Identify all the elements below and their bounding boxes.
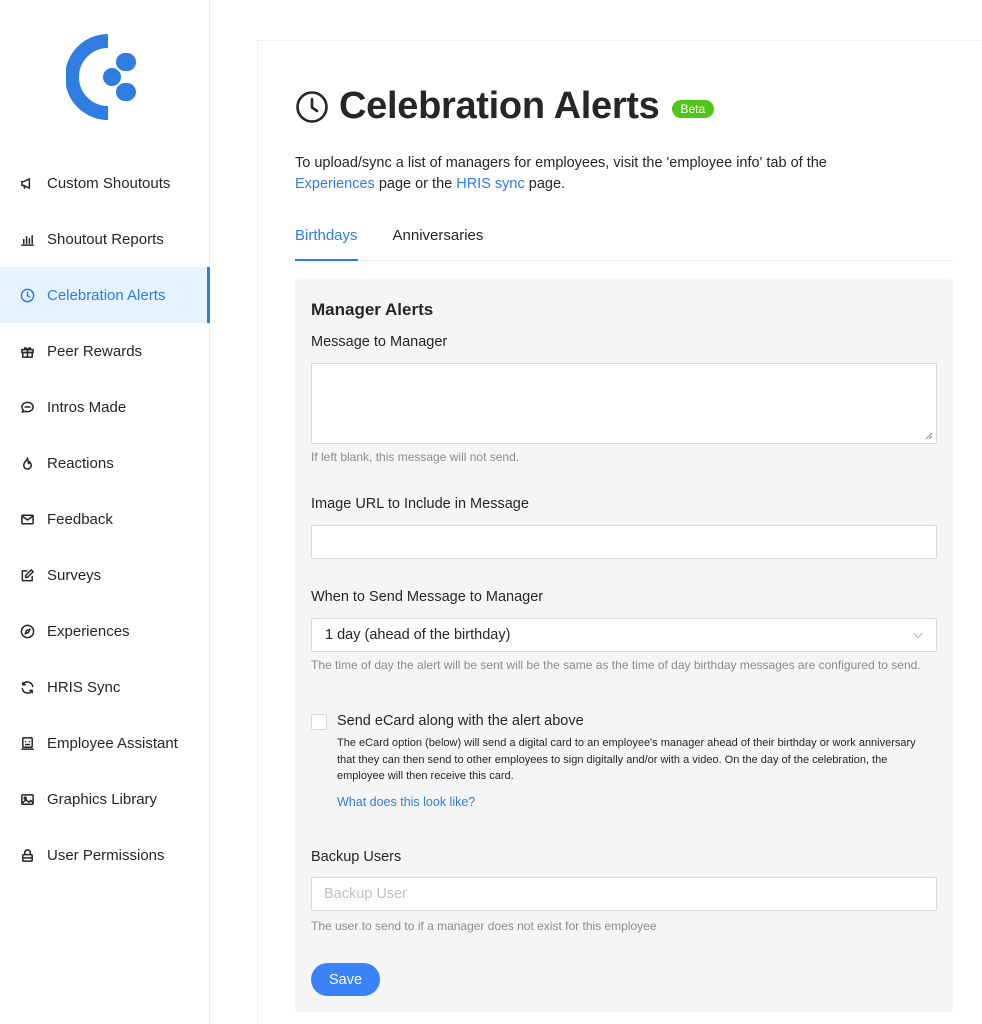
sidebar-item-label: User Permissions (47, 846, 165, 864)
edit-icon (19, 567, 35, 583)
message-help: If left blank, this message will not sen… (311, 450, 520, 464)
image-url-input[interactable] (311, 525, 937, 559)
sidebar-item-shoutout-reports[interactable]: Shoutout Reports (0, 211, 210, 267)
sidebar-item-graphics-library[interactable]: Graphics Library (0, 771, 210, 827)
section-title: Manager Alerts (311, 300, 434, 319)
tab-anniversaries[interactable]: Anniversaries (393, 227, 484, 260)
sidebar-item-reactions[interactable]: Reactions (0, 435, 210, 491)
when-select[interactable]: 1 day (ahead of the birthday) (311, 618, 937, 652)
sidebar-item-user-permissions[interactable]: User Permissions (0, 827, 210, 883)
experiences-link[interactable]: Experiences (295, 176, 375, 192)
message-label: Message to Manager (311, 334, 448, 350)
backup-help: The user to send to if a manager does no… (311, 919, 657, 933)
megaphone-icon (19, 175, 35, 191)
assistant-icon (19, 735, 35, 751)
sidebar-item-hris-sync[interactable]: HRIS Sync (0, 659, 210, 715)
sidebar-item-label: Peer Rewards (47, 342, 143, 360)
ecard-description: The eCard option (below) will send a dig… (337, 737, 916, 782)
sidebar-item-label: Experiences (47, 622, 130, 640)
mail-icon (19, 511, 35, 527)
sidebar-item-employee-assistant[interactable]: Employee Assistant (0, 715, 210, 771)
ecard-label[interactable]: Send eCard along with the alert above (337, 713, 584, 729)
gift-icon (19, 343, 35, 359)
sync-icon (19, 679, 35, 695)
sidebar-item-label: Feedback (47, 510, 113, 528)
bar-chart-icon (19, 231, 35, 247)
sidebar-item-experiences[interactable]: Experiences (0, 603, 210, 659)
sidebar-item-label: HRIS Sync (47, 678, 121, 696)
sidebar: Custom Shoutouts Shoutout Reports Celebr… (0, 0, 210, 1024)
when-help: The time of day the alert will be sent w… (311, 658, 921, 672)
intro-middle: page or the (378, 176, 453, 192)
lock-icon (19, 847, 35, 863)
hris-sync-link[interactable]: HRIS sync (456, 176, 525, 192)
beta-badge: Beta (671, 99, 715, 118)
compass-icon (19, 623, 35, 639)
image-icon (19, 791, 35, 807)
intro-text: To upload/sync a list of managers for em… (295, 153, 945, 195)
sidebar-item-surveys[interactable]: Surveys (0, 547, 210, 603)
sidebar-item-label: Shoutout Reports (47, 230, 164, 248)
message-textarea[interactable] (311, 363, 937, 444)
sidebar-item-custom-shoutouts[interactable]: Custom Shoutouts (0, 155, 210, 211)
sidebar-item-peer-rewards[interactable]: Peer Rewards (0, 323, 210, 379)
sidebar-item-label: Intros Made (47, 398, 127, 416)
tab-birthdays[interactable]: Birthdays (295, 227, 358, 261)
intro-suffix: page. (528, 176, 566, 192)
ecard-preview-link[interactable]: What does this look like? (337, 795, 475, 809)
sidebar-item-label: Celebration Alerts (47, 286, 166, 304)
tab-bar: Birthdays Anniversaries (295, 227, 953, 261)
manager-alerts-card: Manager Alerts Message to Manager If lef… (295, 279, 953, 1012)
sidebar-item-label: Reactions (47, 454, 114, 472)
when-label: When to Send Message to Manager (311, 589, 544, 605)
resize-handle-icon[interactable] (925, 432, 933, 440)
sidebar-item-label: Custom Shoutouts (47, 174, 171, 192)
chevron-down-icon (913, 632, 923, 639)
backup-user-input[interactable] (311, 877, 937, 911)
clock-icon (295, 90, 329, 124)
backup-users-label: Backup Users (311, 849, 402, 865)
sidebar-item-intros-made[interactable]: Intros Made (0, 379, 210, 435)
sidebar-item-celebration-alerts[interactable]: Celebration Alerts (0, 267, 210, 323)
save-button[interactable]: Save (311, 963, 380, 996)
sidebar-item-label: Employee Assistant (47, 734, 178, 752)
chat-icon (19, 399, 35, 415)
brand-logo-icon[interactable] (65, 33, 140, 121)
intro-prefix: To upload/sync a list of managers for em… (295, 155, 827, 171)
image-url-label: Image URL to Include in Message (311, 496, 529, 512)
ecard-checkbox[interactable] (311, 714, 327, 730)
sidebar-nav: Custom Shoutouts Shoutout Reports Celebr… (0, 155, 210, 883)
clock-icon (19, 287, 35, 303)
when-selected-value: 1 day (ahead of the birthday) (325, 627, 511, 643)
sidebar-item-feedback[interactable]: Feedback (0, 491, 210, 547)
sidebar-item-label: Graphics Library (47, 790, 158, 808)
title-row: Celebration Alerts Beta (295, 85, 715, 128)
main-panel: Celebration Alerts Beta To upload/sync a… (257, 40, 982, 1024)
fire-icon (19, 455, 35, 471)
sidebar-item-label: Surveys (47, 566, 102, 584)
page-title: Celebration Alerts (339, 85, 660, 127)
